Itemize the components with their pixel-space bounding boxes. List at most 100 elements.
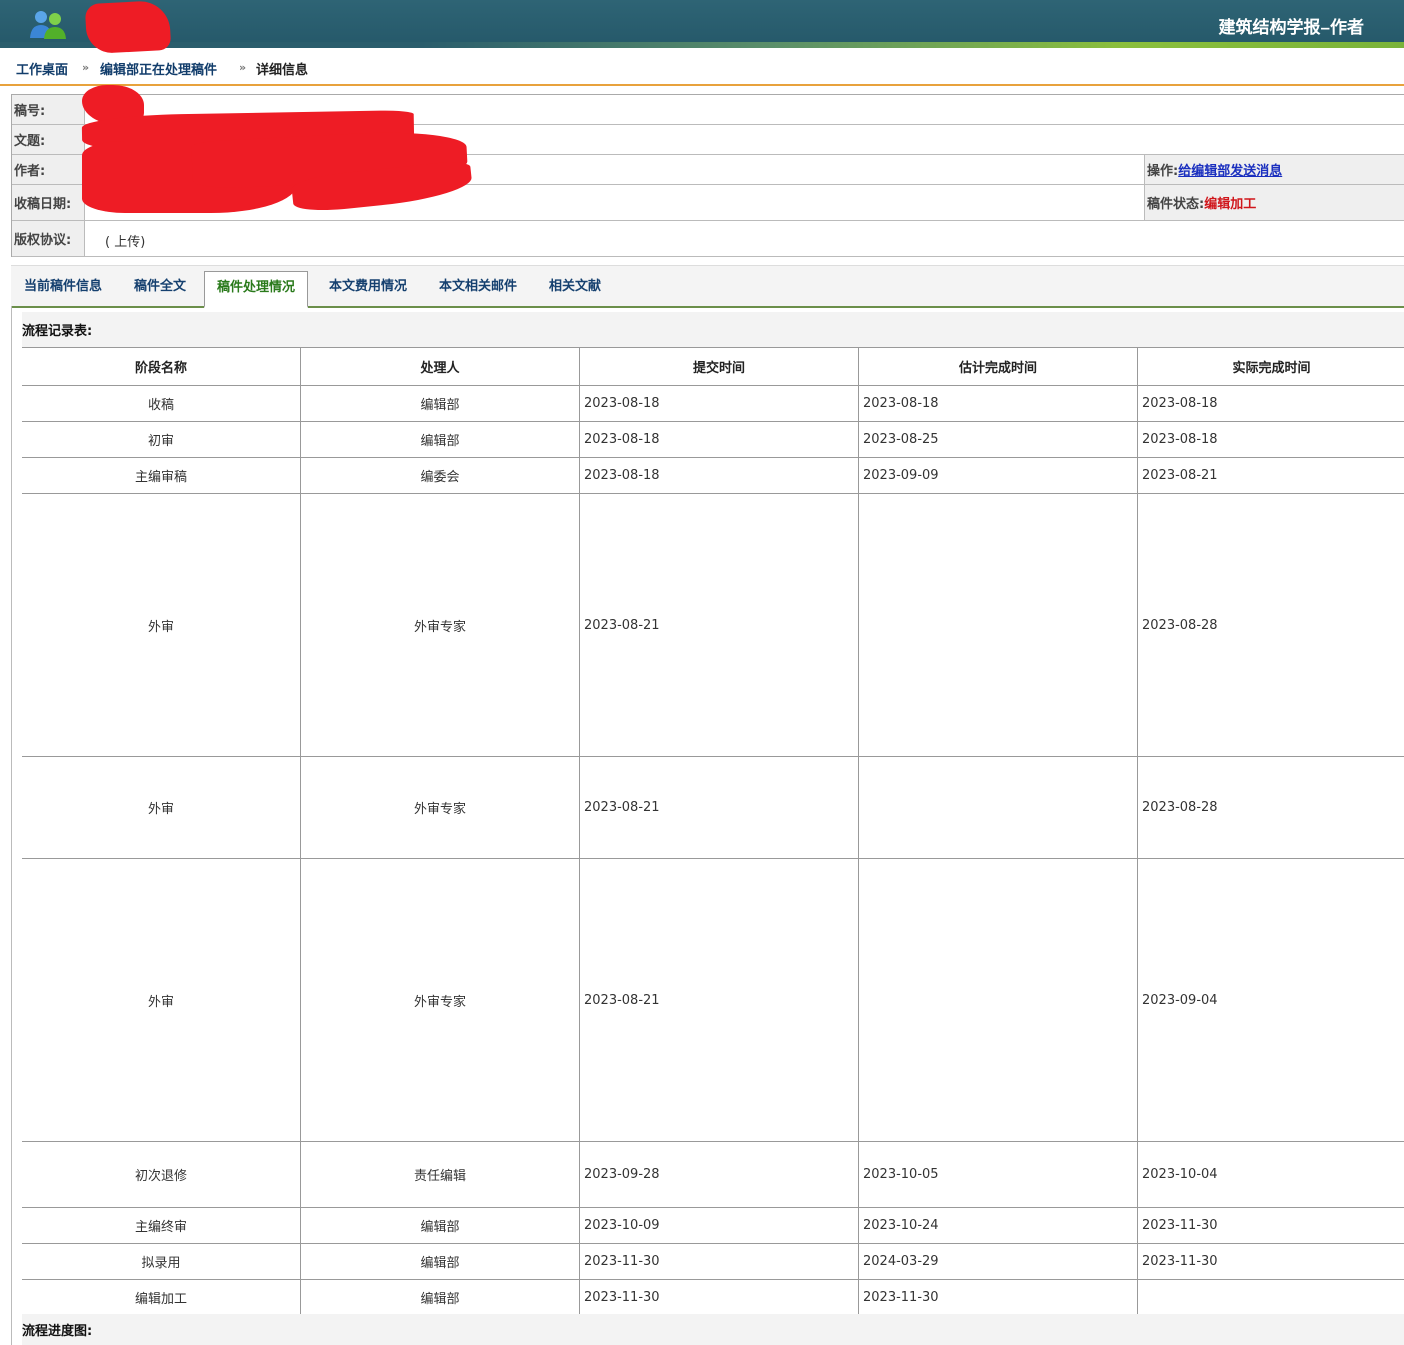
stage-cell: 初次退修	[22, 1141, 301, 1208]
handler-cell: 编辑部	[300, 1207, 580, 1244]
column-header: 处理人	[300, 347, 580, 386]
manuscript-info-table: 稿号: 文题: 作者: 操作: 给编辑部发送消息 收稿日期: 稿件状态: 编辑加…	[11, 85, 1404, 257]
table-row: 收稿 编辑部 2023-08-18 2023-08-18 2023-08-18	[22, 385, 1404, 422]
estimated-cell	[858, 858, 1138, 1142]
actual-cell: 2023-10-04	[1137, 1141, 1404, 1208]
column-header: 阶段名称	[22, 347, 301, 386]
tab-processing-status[interactable]: 稿件处理情况	[204, 271, 309, 308]
actual-cell: 2023-11-30	[1137, 1207, 1404, 1244]
estimated-cell	[858, 493, 1138, 757]
operation-label: 操作:	[1147, 164, 1179, 179]
tab-current-info[interactable]: 当前稿件信息	[24, 275, 102, 294]
breadcrumb-separator: »	[82, 61, 90, 74]
submitted-cell: 2023-08-18	[579, 457, 859, 494]
app-title: 建筑结构学报–作者	[1218, 18, 1364, 37]
table-row: 外审 外审专家 2023-08-21 2023-09-04	[22, 858, 1404, 1142]
stage-cell: 外审	[22, 756, 301, 859]
submitted-cell: 2023-08-18	[579, 385, 859, 422]
tab-related-mail[interactable]: 本文相关邮件	[439, 275, 517, 294]
estimated-cell: 2023-11-30	[858, 1279, 1138, 1316]
table-row: 编辑加工 编辑部 2023-11-30 2023-11-30	[22, 1279, 1404, 1316]
actual-cell: 2023-08-28	[1137, 756, 1404, 859]
breadcrumb-separator: »	[239, 61, 247, 74]
stage-cell: 主编终审	[22, 1207, 301, 1244]
processing-panel: 流程记录表: 阶段名称 处理人 提交时间 估计完成时间 实际完成时间 收稿 编辑…	[11, 306, 1404, 1345]
actual-cell: 2023-08-21	[1137, 457, 1404, 494]
copyright-label: 版权协议:	[12, 221, 85, 256]
estimated-cell	[858, 756, 1138, 859]
info-row-copyright: 版权协议: ( 上传)	[12, 221, 1404, 257]
estimated-cell: 2023-10-05	[858, 1141, 1138, 1208]
handler-cell: 编辑部	[300, 1243, 580, 1280]
table-row: 外审 外审专家 2023-08-21 2023-08-28	[22, 493, 1404, 757]
tab-full-text[interactable]: 稿件全文	[134, 275, 186, 294]
table-row: 初次退修 责任编辑 2023-09-28 2023-10-05 2023-10-…	[22, 1141, 1404, 1208]
status-label: 稿件状态:	[1147, 197, 1205, 212]
table-row: 外审 外审专家 2023-08-21 2023-08-28	[22, 756, 1404, 859]
table-row: 拟录用 编辑部 2023-11-30 2024-03-29 2023-11-30	[22, 1243, 1404, 1280]
table-row: 主编终审 编辑部 2023-10-09 2023-10-24 2023-11-3…	[22, 1207, 1404, 1244]
top-bar: 建筑结构学报–作者	[0, 0, 1404, 55]
detail-tabs: 当前稿件信息 稿件全文 稿件处理情况 本文费用情况 本文相关邮件 相关文献	[11, 265, 1404, 308]
actual-cell: 2023-08-18	[1137, 421, 1404, 458]
estimated-cell: 2023-08-18	[858, 385, 1138, 422]
status-value: 编辑加工	[1204, 197, 1257, 212]
author-label: 作者:	[12, 155, 85, 184]
estimated-cell: 2023-08-25	[858, 421, 1138, 458]
stage-cell: 初审	[22, 421, 301, 458]
flow-record-table: 阶段名称 处理人 提交时间 估计完成时间 实际完成时间 收稿 编辑部 2023-…	[22, 347, 1404, 1316]
handler-cell: 编辑部	[300, 421, 580, 458]
submitted-cell: 2023-08-21	[579, 858, 859, 1142]
actual-cell: 2023-09-04	[1137, 858, 1404, 1142]
stage-cell: 外审	[22, 858, 301, 1142]
handler-cell: 外审专家	[300, 756, 580, 859]
estimated-cell: 2024-03-29	[858, 1243, 1138, 1280]
breadcrumb-current: 详细信息	[256, 63, 309, 78]
column-header: 提交时间	[579, 347, 859, 386]
copyright-upload-link[interactable]: ( 上传)	[105, 231, 145, 250]
submitted-cell: 2023-08-21	[579, 493, 859, 757]
submitted-cell: 2023-08-21	[579, 756, 859, 859]
tab-related-literature[interactable]: 相关文献	[549, 275, 601, 294]
column-header: 估计完成时间	[858, 347, 1138, 386]
submitted-cell: 2023-11-30	[579, 1243, 859, 1280]
column-header: 实际完成时间	[1137, 347, 1404, 386]
submitted-cell: 2023-08-18	[579, 421, 859, 458]
received-date-label: 收稿日期:	[12, 185, 85, 220]
handler-cell: 外审专家	[300, 858, 580, 1142]
stage-cell: 外审	[22, 493, 301, 757]
breadcrumb-section-link[interactable]: 编辑部正在处理稿件	[100, 59, 217, 78]
flow-header-row: 阶段名称 处理人 提交时间 估计完成时间 实际完成时间	[22, 347, 1404, 386]
actual-cell	[1137, 1279, 1404, 1316]
redacted-area	[84, 0, 172, 55]
stage-cell: 编辑加工	[22, 1279, 301, 1316]
estimated-cell: 2023-10-24	[858, 1207, 1138, 1244]
title-label: 文题:	[12, 125, 85, 154]
handler-cell: 编辑部	[300, 385, 580, 422]
handler-cell: 编委会	[300, 457, 580, 494]
status-cell: 稿件状态: 编辑加工	[1144, 185, 1404, 220]
table-row: 主编审稿 编委会 2023-08-18 2023-09-09 2023-08-2…	[22, 457, 1404, 494]
submitted-cell: 2023-09-28	[579, 1141, 859, 1208]
send-message-link[interactable]: 给编辑部发送消息	[1178, 160, 1282, 179]
users-icon	[30, 11, 66, 39]
manuscript-no-label: 稿号:	[12, 95, 85, 124]
operation-cell: 操作: 给编辑部发送消息	[1144, 155, 1404, 184]
stage-cell: 收稿	[22, 385, 301, 422]
breadcrumb: 工作桌面 » 编辑部正在处理稿件 » 详细信息	[0, 48, 1404, 86]
actual-cell: 2023-08-28	[1137, 493, 1404, 757]
flow-table-title: 流程记录表:	[22, 312, 1404, 347]
stage-cell: 拟录用	[22, 1243, 301, 1280]
tab-fees[interactable]: 本文费用情况	[329, 275, 407, 294]
handler-cell: 外审专家	[300, 493, 580, 757]
handler-cell: 责任编辑	[300, 1141, 580, 1208]
breadcrumb-home-link[interactable]: 工作桌面	[16, 59, 68, 78]
submitted-cell: 2023-10-09	[579, 1207, 859, 1244]
table-row: 初审 编辑部 2023-08-18 2023-08-25 2023-08-18	[22, 421, 1404, 458]
estimated-cell: 2023-09-09	[858, 457, 1138, 494]
actual-cell: 2023-08-18	[1137, 385, 1404, 422]
progress-chart-title: 流程进度图:	[22, 1314, 1404, 1345]
handler-cell: 编辑部	[300, 1279, 580, 1316]
actual-cell: 2023-11-30	[1137, 1243, 1404, 1280]
submitted-cell: 2023-11-30	[579, 1279, 859, 1316]
